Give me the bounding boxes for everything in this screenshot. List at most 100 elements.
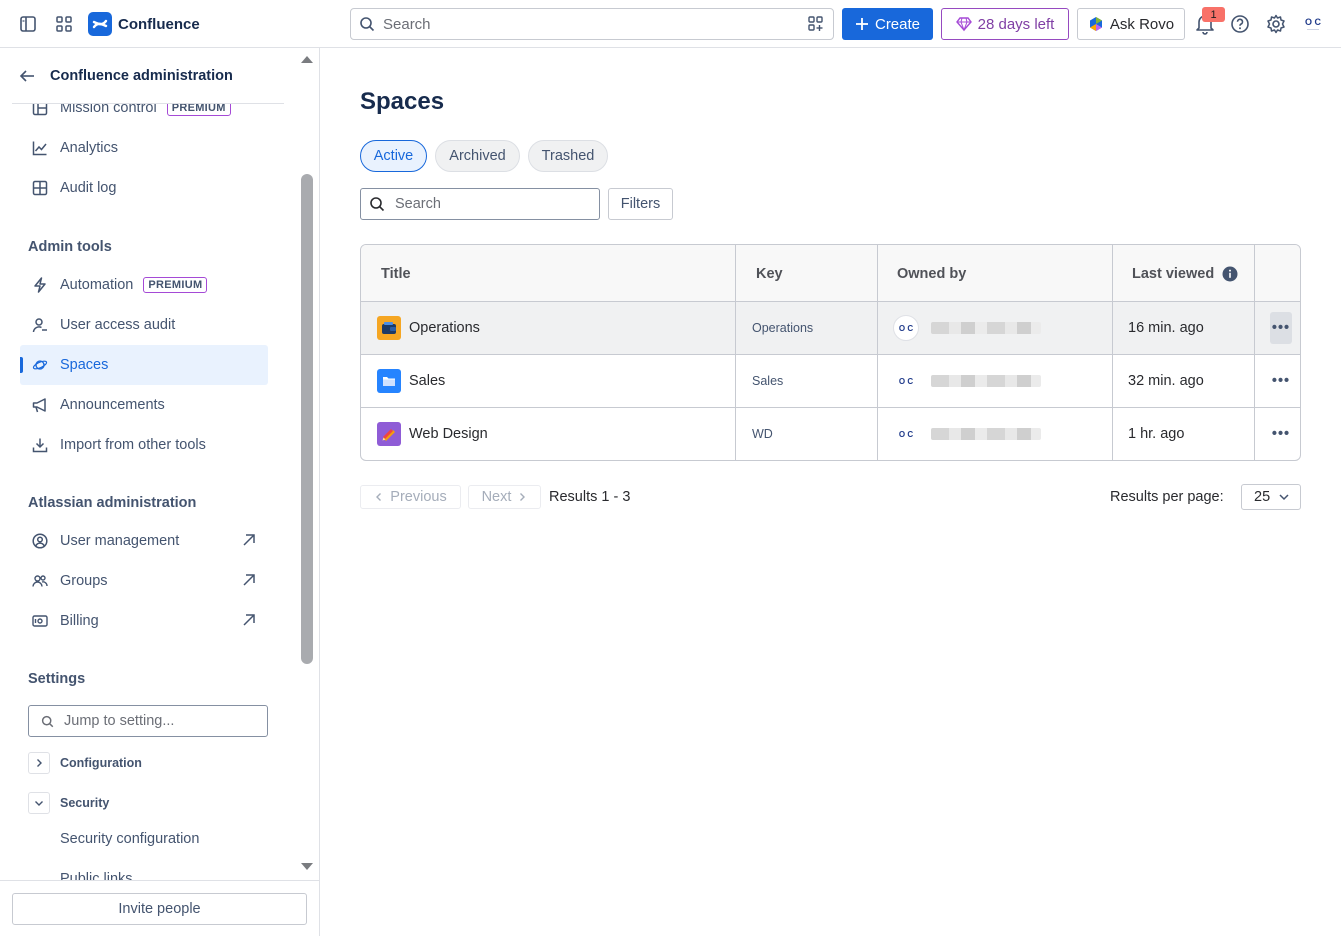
space-owner: O C	[893, 302, 1041, 354]
sidebar-item-label: Audit log	[60, 180, 117, 196]
sidebar-item-user-management[interactable]: User management	[20, 521, 268, 561]
space-last-viewed: 1 hr. ago	[1128, 426, 1185, 442]
space-key: Sales	[752, 374, 784, 388]
global-search-input[interactable]: Search	[350, 8, 834, 40]
main-content: Spaces Active Archived Trashed Search Fi…	[320, 48, 1341, 936]
redacted-owner-name	[931, 375, 1041, 387]
space-title[interactable]: Web Design	[409, 426, 488, 442]
sidebar-item-security-configuration[interactable]: Security configuration	[60, 831, 199, 847]
column-divider	[1112, 245, 1113, 460]
chevron-down-icon	[1279, 494, 1289, 501]
tree-item-label: Configuration	[60, 756, 142, 770]
sidebar-item-label: Spaces	[60, 357, 109, 373]
results-per-page-select[interactable]: 25	[1241, 484, 1301, 510]
sidebar-item-label: Import from other tools	[60, 437, 206, 453]
table-row[interactable]: Sales Sales O C 32 min. ago •••	[361, 355, 1300, 408]
help-icon[interactable]	[1230, 14, 1250, 37]
more-actions-icon[interactable]: •••	[1270, 312, 1292, 344]
redacted-owner-name	[931, 428, 1041, 440]
column-divider	[735, 245, 736, 460]
tree-item-configuration[interactable]: Configuration	[28, 751, 142, 775]
filters-button[interactable]: Filters	[608, 188, 673, 220]
atlassian-admin-heading: Atlassian administration	[28, 495, 197, 511]
sidebar-scrollbar-thumb[interactable]	[301, 174, 313, 664]
more-actions-icon[interactable]: •••	[1270, 418, 1292, 450]
tree-item-label: Security	[60, 796, 110, 810]
admin-tools-heading: Admin tools	[28, 239, 112, 255]
external-link-icon	[243, 614, 255, 626]
sidebar-item-billing[interactable]: Billing	[20, 601, 268, 641]
download-icon	[32, 437, 48, 453]
sidebar-item-groups[interactable]: Groups	[20, 561, 268, 601]
lightning-icon	[32, 277, 48, 293]
redacted-owner-name	[931, 322, 1041, 334]
column-header-last-viewed[interactable]: Last viewed	[1132, 245, 1238, 302]
owner-avatar: O C	[893, 368, 919, 394]
tab-archived[interactable]: Archived	[435, 140, 520, 172]
premium-badge: PREMIUM	[143, 277, 208, 293]
sidebar-item-automation[interactable]: Automation PREMIUM	[20, 265, 268, 305]
scroll-down-arrow-icon[interactable]	[300, 862, 314, 872]
results-count: Results 1 - 3	[549, 489, 631, 505]
trial-days-left-button[interactable]: 28 days left	[941, 8, 1069, 40]
spaces-search-input[interactable]: Search	[360, 188, 600, 220]
ask-rovo-button[interactable]: Ask Rovo	[1077, 8, 1185, 40]
sidebar-item-public-links[interactable]: Public links	[60, 871, 133, 880]
planet-icon	[32, 357, 48, 373]
sidebar-item-mission-control[interactable]: Mission control PREMIUM	[20, 104, 268, 128]
spaces-search-placeholder: Search	[395, 196, 441, 212]
chart-icon	[32, 140, 48, 156]
sidebar-toggle-icon[interactable]	[14, 10, 42, 38]
space-title[interactable]: Sales	[409, 373, 445, 389]
space-last-viewed: 16 min. ago	[1128, 320, 1204, 336]
billing-icon	[32, 613, 48, 629]
jump-to-setting-placeholder: Jump to setting...	[64, 713, 175, 729]
table-row[interactable]: Web Design WD O C 1 hr. ago •••	[361, 408, 1300, 460]
tab-trashed[interactable]: Trashed	[528, 140, 608, 172]
sidebar-item-label: Analytics	[60, 140, 119, 156]
column-header-key[interactable]: Key	[756, 245, 783, 302]
chevron-down-icon[interactable]	[28, 792, 50, 814]
scroll-up-arrow-icon[interactable]	[300, 54, 314, 64]
results-per-page-label: Results per page:	[1110, 489, 1224, 505]
column-header-title[interactable]: Title	[381, 245, 411, 302]
spaces-table: Title Key Owned by Last viewed Operation…	[360, 244, 1301, 461]
app-switcher-icon[interactable]	[50, 10, 78, 38]
settings-gear-icon[interactable]	[1266, 14, 1286, 37]
back-arrow-icon[interactable]	[18, 67, 36, 85]
next-page-button[interactable]: Next	[468, 485, 541, 509]
more-actions-icon[interactable]: •••	[1270, 365, 1292, 397]
space-folder-icon	[377, 369, 401, 393]
sidebar-item-analytics[interactable]: Analytics	[20, 128, 268, 168]
search-icon	[360, 17, 375, 32]
search-icon	[370, 197, 385, 212]
sidebar-scroll-area[interactable]: Mission control PREMIUM Analytics Audit …	[0, 104, 296, 880]
info-icon[interactable]	[1222, 266, 1238, 282]
tab-active[interactable]: Active	[360, 140, 427, 172]
sidebar-item-import[interactable]: Import from other tools	[20, 425, 268, 465]
tree-item-security[interactable]: Security	[28, 791, 109, 815]
global-search-placeholder: Search	[383, 15, 431, 33]
profile-avatar[interactable]: O C ———	[1300, 12, 1326, 36]
sidebar-item-user-access-audit[interactable]: User access audit	[20, 305, 268, 345]
user-audit-icon	[32, 317, 48, 333]
sidebar-item-audit-log[interactable]: Audit log	[20, 168, 268, 208]
sidebar-item-spaces[interactable]: Spaces	[20, 345, 268, 385]
chevron-left-icon	[376, 493, 382, 501]
search-filter-icon[interactable]	[807, 15, 825, 33]
table-row[interactable]: Operations Operations O C 16 min. ago ••…	[361, 302, 1300, 355]
sidebar-header: Confluence administration	[12, 48, 284, 104]
chevron-right-icon[interactable]	[28, 752, 50, 774]
sidebar-item-announcements[interactable]: Announcements	[20, 385, 268, 425]
previous-page-button[interactable]: Previous	[360, 485, 461, 509]
jump-to-setting-input[interactable]: Jump to setting...	[28, 705, 268, 737]
space-key: Operations	[752, 321, 814, 335]
create-button[interactable]: Create	[842, 8, 933, 40]
space-title[interactable]: Operations	[409, 320, 480, 336]
confluence-logo[interactable]: Confluence	[88, 12, 200, 36]
next-label: Next	[481, 489, 512, 505]
column-header-owned-by[interactable]: Owned by	[897, 245, 966, 302]
page-title: Spaces	[360, 88, 445, 115]
invite-people-button[interactable]: Invite people	[12, 893, 307, 925]
app-name: Confluence	[118, 15, 200, 33]
